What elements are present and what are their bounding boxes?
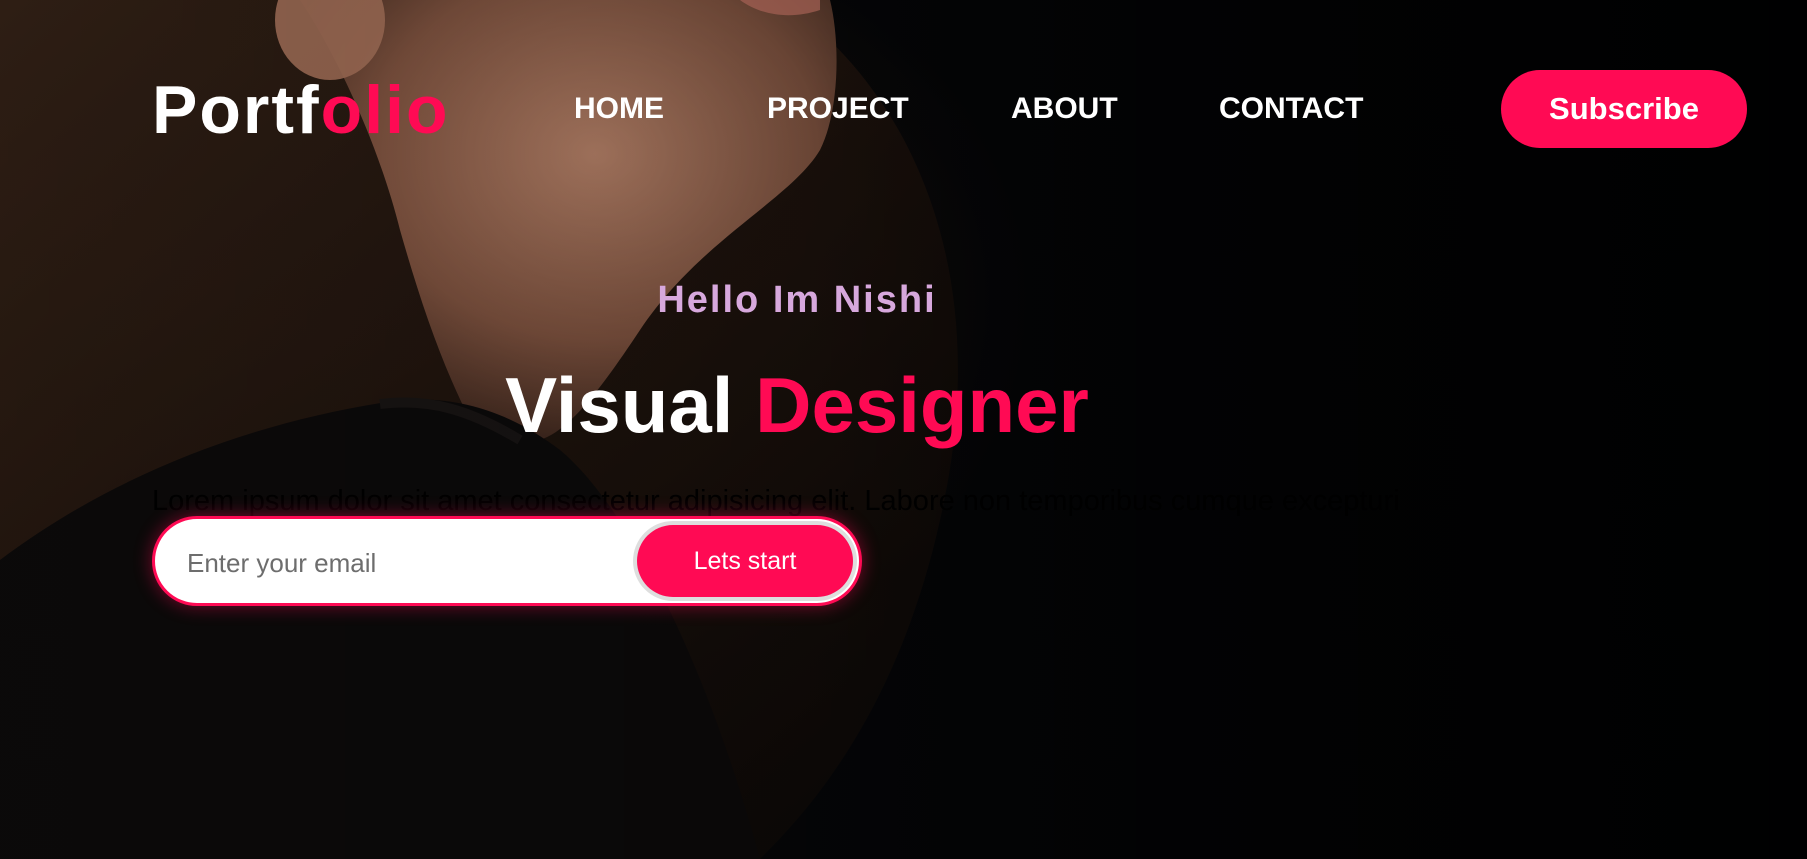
- hero-title-accent: Designer: [755, 361, 1089, 449]
- hero-title-white: Visual: [505, 361, 734, 449]
- hero-section: Portfolio HOME PROJECT ABOUT CONTACT Sub…: [0, 0, 1807, 859]
- nav-project[interactable]: PROJECT: [767, 92, 909, 126]
- email-input[interactable]: [185, 537, 609, 589]
- hero-title: Visual Designer: [0, 360, 1594, 450]
- logo-text-white: Portf: [152, 72, 321, 148]
- logo[interactable]: Portfolio: [152, 70, 450, 150]
- email-signup-form: Lets start: [152, 516, 862, 606]
- subscribe-button[interactable]: Subscribe: [1501, 70, 1747, 148]
- hero-description: Lorem ipsum dolor sit amet consectetur a…: [152, 485, 1400, 517]
- nav-home[interactable]: HOME: [574, 92, 664, 126]
- nav-about[interactable]: ABOUT: [1011, 92, 1118, 126]
- nav-contact[interactable]: CONTACT: [1219, 92, 1363, 126]
- greeting: Hello Im Nishi: [657, 279, 937, 321]
- logo-text-accent: olio: [320, 72, 450, 148]
- lets-start-button[interactable]: Lets start: [637, 525, 853, 597]
